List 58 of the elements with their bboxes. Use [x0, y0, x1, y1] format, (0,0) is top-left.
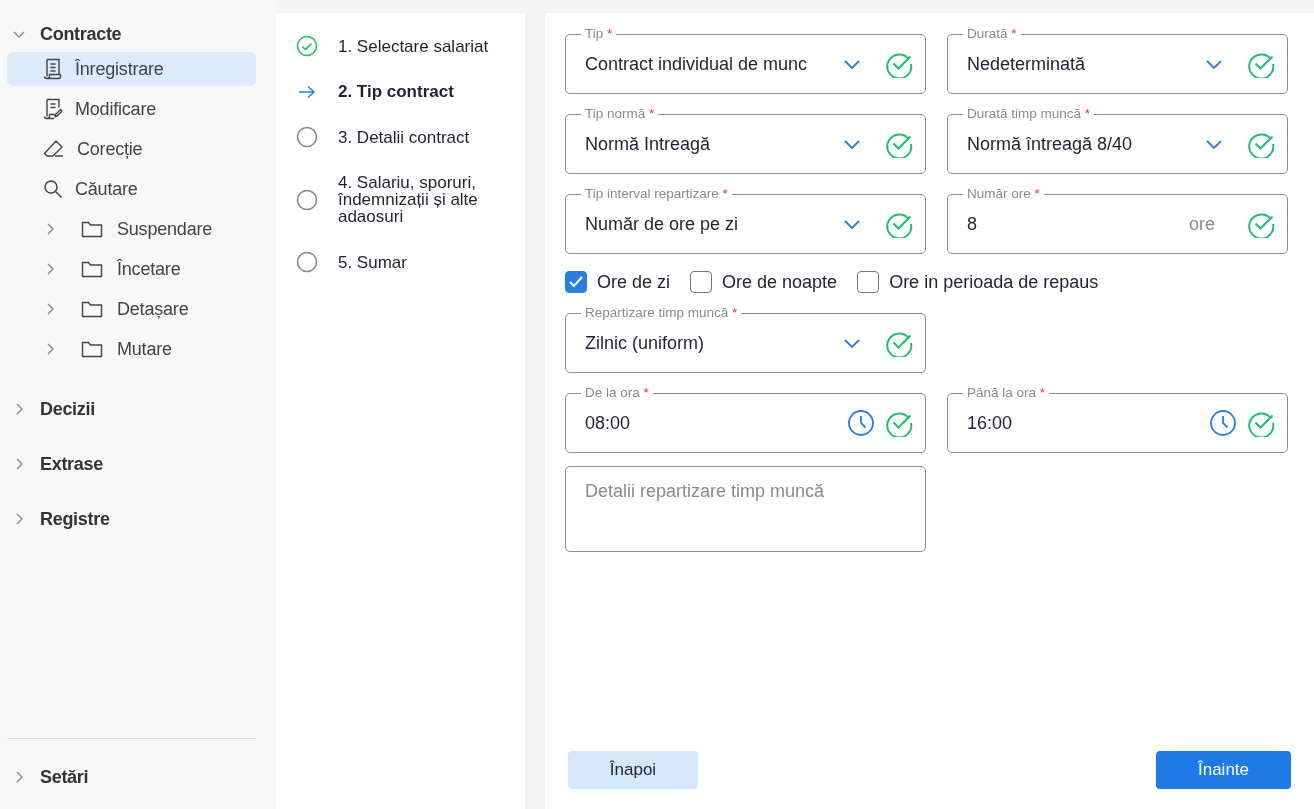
text-area[interactable]: Detalii repartizare timp muncă	[565, 466, 926, 552]
time-field[interactable]: De la ora * 08:00	[565, 386, 926, 453]
arrow-right-icon	[296, 84, 317, 99]
clock-icon	[1209, 409, 1237, 437]
back-button[interactable]: Înapoi	[568, 751, 698, 789]
nav-item[interactable]: Mutare	[7, 332, 256, 366]
select-field[interactable]: Repartizare timp muncă * Zilnic (uniform)	[565, 306, 926, 373]
folder-icon	[81, 300, 103, 318]
circle-icon	[295, 251, 318, 273]
nav-item[interactable]: Căutare	[7, 172, 256, 206]
step-item[interactable]: 4. Salariu, sporuri, îndemnizații și alte adaosuri	[295, 174, 525, 225]
chevron-down-icon	[1205, 138, 1223, 150]
checkbox[interactable]	[690, 271, 713, 293]
checkmark-icon	[568, 275, 584, 289]
step-item[interactable]: 1. Selectare salariat	[295, 35, 525, 57]
chevron-down-icon	[1205, 58, 1223, 70]
nav-item[interactable]: Modificare	[7, 92, 256, 126]
folder-icon	[81, 260, 103, 278]
nav-section[interactable]: Extrase	[7, 452, 256, 476]
number-field[interactable]: Număr ore * 8 ore	[947, 187, 1288, 254]
chevron-down-icon	[843, 218, 861, 230]
nav-item[interactable]: Înregistrare	[7, 52, 256, 86]
circle-icon	[295, 188, 318, 211]
nav-item[interactable]: Încetare	[7, 252, 256, 286]
folder-icon	[81, 220, 103, 238]
nav-section[interactable]: Decizii	[7, 397, 256, 421]
chevron-down-icon	[843, 138, 861, 150]
select-field[interactable]: Tip normă * Normă Intreagă	[565, 107, 926, 174]
clock-icon	[847, 409, 875, 437]
check-circle-icon	[295, 35, 318, 57]
eraser-icon	[43, 139, 65, 159]
checkbox-label: Ore de zi	[597, 271, 671, 293]
nav-item[interactable]: Suspendare	[7, 212, 256, 246]
chevron-down-icon	[843, 337, 861, 349]
select-field[interactable]: Durată * Nedeterminată	[947, 27, 1288, 94]
search-icon	[43, 179, 63, 199]
nav-item[interactable]: Detașare	[7, 292, 256, 326]
nav-section[interactable]: Setări	[7, 765, 256, 789]
select-field[interactable]: Durată timp muncă * Normă întreagă 8/40	[947, 107, 1288, 174]
chevron-down-icon	[843, 58, 861, 70]
checkbox[interactable]	[565, 271, 587, 293]
nav-section[interactable]: Contracte	[7, 22, 256, 46]
select-field[interactable]: Tip interval repartizare * Număr de ore pe zi	[565, 187, 926, 254]
checkbox[interactable]	[857, 271, 880, 293]
checkbox-label: Ore in perioada de repaus	[889, 271, 1099, 293]
document-icon	[43, 58, 63, 80]
select-field[interactable]: Tip * Contract individual de munc	[565, 27, 926, 94]
document-edit-icon	[43, 98, 63, 120]
nav-item[interactable]: Corecție	[7, 132, 256, 166]
circle-icon	[295, 126, 318, 148]
next-button[interactable]: Înainte	[1156, 751, 1291, 789]
nav-section[interactable]: Registre	[7, 507, 256, 531]
step-item[interactable]: 3. Detalii contract	[295, 126, 525, 148]
time-field[interactable]: Până la ora * 16:00	[947, 386, 1288, 453]
folder-icon	[81, 340, 103, 358]
step-item[interactable]: 5. Sumar	[295, 251, 525, 273]
step-item[interactable]: 2. Tip contract	[295, 83, 525, 100]
checkbox-label: Ore de noapte	[722, 271, 838, 293]
